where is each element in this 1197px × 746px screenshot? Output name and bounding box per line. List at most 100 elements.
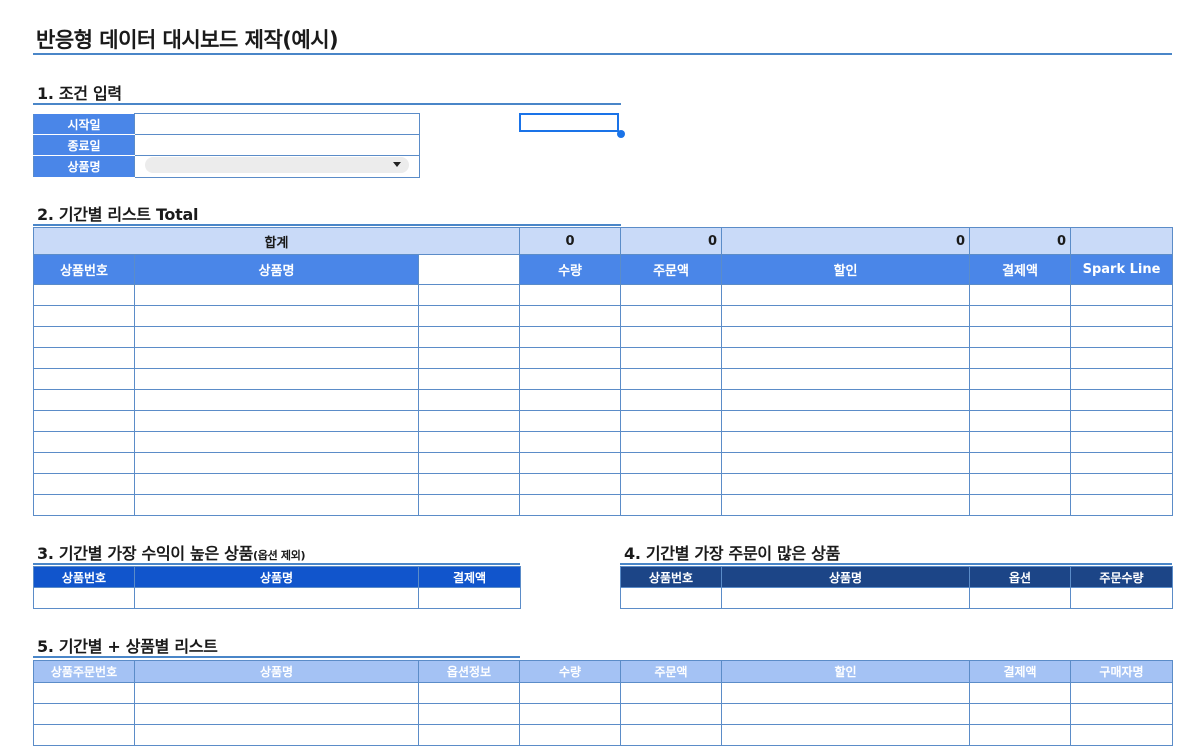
table-cell[interactable] xyxy=(417,347,521,369)
table-cell[interactable] xyxy=(134,347,419,369)
table-cell[interactable] xyxy=(969,587,1071,609)
table-cell[interactable] xyxy=(969,682,1071,704)
table-cell[interactable] xyxy=(620,284,723,306)
table-cell[interactable] xyxy=(134,703,419,725)
table-cell[interactable] xyxy=(134,410,419,432)
table-cell[interactable] xyxy=(969,368,1072,390)
table-cell[interactable] xyxy=(721,326,971,348)
table-cell[interactable] xyxy=(721,305,971,327)
table-cell[interactable] xyxy=(33,284,135,306)
table-cell[interactable] xyxy=(519,431,622,453)
table-cell[interactable] xyxy=(969,305,1072,327)
table-cell[interactable] xyxy=(1070,703,1173,725)
table-cell[interactable] xyxy=(1070,431,1174,453)
table-cell[interactable] xyxy=(134,305,419,327)
end-date-input[interactable] xyxy=(134,134,420,156)
table-cell[interactable] xyxy=(1070,284,1174,306)
table-cell[interactable] xyxy=(418,724,520,746)
table-cell[interactable] xyxy=(134,326,419,348)
table-cell[interactable] xyxy=(1070,347,1174,369)
table-cell[interactable] xyxy=(969,347,1072,369)
table-cell[interactable] xyxy=(134,389,419,411)
table-cell[interactable] xyxy=(721,452,971,474)
table-cell[interactable] xyxy=(620,326,723,348)
table-cell[interactable] xyxy=(519,389,622,411)
table-cell[interactable] xyxy=(134,473,419,495)
table-cell[interactable] xyxy=(969,284,1072,306)
table-cell[interactable] xyxy=(519,284,622,306)
selected-cell[interactable] xyxy=(519,113,619,132)
table-cell[interactable] xyxy=(417,368,521,390)
table-cell[interactable] xyxy=(33,587,135,609)
table-cell[interactable] xyxy=(721,494,971,516)
table-cell[interactable] xyxy=(721,473,971,495)
table-cell[interactable] xyxy=(620,368,723,390)
table-cell[interactable] xyxy=(620,305,723,327)
table-cell[interactable] xyxy=(33,452,135,474)
table-cell[interactable] xyxy=(620,682,722,704)
table-cell[interactable] xyxy=(33,473,135,495)
table-cell[interactable] xyxy=(417,410,521,432)
table-cell[interactable] xyxy=(620,724,722,746)
table-cell[interactable] xyxy=(620,452,723,474)
table-cell[interactable] xyxy=(134,724,419,746)
fill-handle[interactable] xyxy=(617,130,625,138)
table-cell[interactable] xyxy=(620,389,723,411)
table-cell[interactable] xyxy=(620,473,723,495)
table-cell[interactable] xyxy=(1070,326,1174,348)
table-cell[interactable] xyxy=(519,703,621,725)
table-cell[interactable] xyxy=(417,452,521,474)
table-cell[interactable] xyxy=(1070,587,1173,609)
table-cell[interactable] xyxy=(721,587,970,609)
table-cell[interactable] xyxy=(134,368,419,390)
table-cell[interactable] xyxy=(620,587,722,609)
table-cell[interactable] xyxy=(620,410,723,432)
table-cell[interactable] xyxy=(519,326,622,348)
table-cell[interactable] xyxy=(33,724,135,746)
table-cell[interactable] xyxy=(620,431,723,453)
table-cell[interactable] xyxy=(721,682,970,704)
table-cell[interactable] xyxy=(134,587,419,609)
table-cell[interactable] xyxy=(519,347,622,369)
table-cell[interactable] xyxy=(418,587,521,609)
table-cell[interactable] xyxy=(721,410,971,432)
table-cell[interactable] xyxy=(519,410,622,432)
table-cell[interactable] xyxy=(134,682,419,704)
table-cell[interactable] xyxy=(721,347,971,369)
table-cell[interactable] xyxy=(134,284,419,306)
table-cell[interactable] xyxy=(33,703,135,725)
table-cell[interactable] xyxy=(721,724,970,746)
table-cell[interactable] xyxy=(721,703,970,725)
table-cell[interactable] xyxy=(1070,682,1173,704)
table-cell[interactable] xyxy=(33,368,135,390)
table-cell[interactable] xyxy=(33,326,135,348)
table-cell[interactable] xyxy=(417,389,521,411)
table-cell[interactable] xyxy=(417,494,521,516)
table-cell[interactable] xyxy=(969,473,1072,495)
table-cell[interactable] xyxy=(969,389,1072,411)
table-cell[interactable] xyxy=(33,410,135,432)
table-cell[interactable] xyxy=(519,494,622,516)
table-cell[interactable] xyxy=(620,703,722,725)
table-cell[interactable] xyxy=(721,389,971,411)
table-cell[interactable] xyxy=(134,494,419,516)
product-name-dropdown[interactable] xyxy=(145,157,409,173)
table-cell[interactable] xyxy=(33,682,135,704)
table-cell[interactable] xyxy=(1070,452,1174,474)
table-cell[interactable] xyxy=(33,347,135,369)
table-cell[interactable] xyxy=(519,724,621,746)
table-cell[interactable] xyxy=(519,682,621,704)
table-cell[interactable] xyxy=(519,473,622,495)
start-date-input[interactable] xyxy=(134,113,420,135)
table-cell[interactable] xyxy=(519,452,622,474)
table-cell[interactable] xyxy=(969,494,1072,516)
table-cell[interactable] xyxy=(417,305,521,327)
table-cell[interactable] xyxy=(417,431,521,453)
table-cell[interactable] xyxy=(418,682,520,704)
table-cell[interactable] xyxy=(33,494,135,516)
table-cell[interactable] xyxy=(620,347,723,369)
table-cell[interactable] xyxy=(33,389,135,411)
table-cell[interactable] xyxy=(417,473,521,495)
table-cell[interactable] xyxy=(969,452,1072,474)
table-cell[interactable] xyxy=(1070,724,1173,746)
